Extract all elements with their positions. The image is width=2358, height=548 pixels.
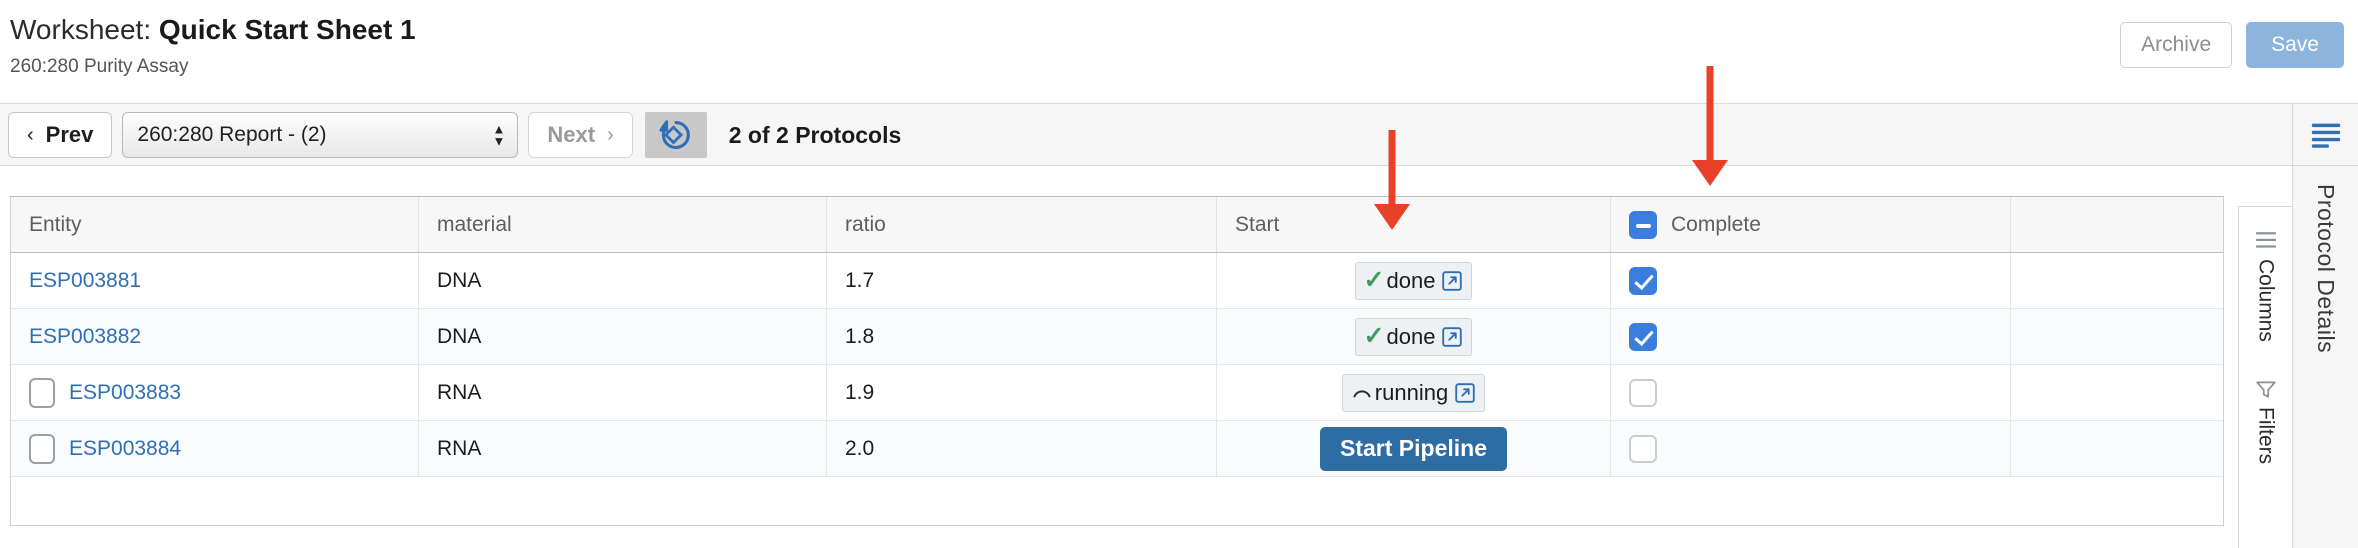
save-button[interactable]: Save <box>2246 22 2344 68</box>
protocol-toolbar: ‹ Prev 260:280 Report - (2) ▲ ▼ Next › 2… <box>0 104 2358 166</box>
prev-button-label: Prev <box>45 122 94 147</box>
column-header-start[interactable]: Start <box>1217 197 1611 252</box>
hamburger-menu-icon <box>2311 123 2340 148</box>
spin-up-icon[interactable]: ▲ <box>493 123 506 136</box>
page-header: Worksheet: Quick Start Sheet 1 260:280 P… <box>0 0 2358 104</box>
cell-start: ✓ done <box>1217 253 1611 308</box>
cell-entity: ESP003883 <box>11 365 419 420</box>
page-subtitle: 260:280 Purity Assay <box>10 56 189 77</box>
column-header-complete-label: Complete <box>1671 212 1761 236</box>
status-label: done <box>1386 267 1436 293</box>
select-all-complete-checkbox[interactable] <box>1629 210 1657 239</box>
cell-start: ✓ done <box>1217 309 1611 364</box>
cell-spacer <box>2011 253 2223 308</box>
protocol-count-label: 2 of 2 Protocols <box>728 121 902 148</box>
protocol-select-value: 260:280 Report - (2) <box>137 123 327 146</box>
stepper-arrows-icon[interactable]: ▲ ▼ <box>493 123 506 148</box>
cell-ratio: 2.0 <box>827 421 1217 476</box>
funnel-icon <box>2255 381 2276 398</box>
cell-ratio: 1.8 <box>827 309 1217 364</box>
entity-link[interactable]: ESP003882 <box>29 325 141 349</box>
entity-link[interactable]: ESP003883 <box>69 381 181 405</box>
header-actions: Archive Save <box>2120 22 2344 68</box>
start-pipeline-button[interactable]: Start Pipeline <box>1320 426 1507 471</box>
status-label: done <box>1386 323 1436 349</box>
cell-entity: ESP003882 <box>11 309 419 364</box>
cell-complete <box>1611 309 2011 364</box>
page-title: Worksheet: Quick Start Sheet 1 <box>10 14 416 46</box>
protocol-details-toggle[interactable] <box>2292 104 2358 166</box>
protocol-details-label: Protocol Details <box>2313 184 2339 354</box>
table-row[interactable]: ESP003881 DNA 1.7 ✓ done <box>11 253 2223 309</box>
spin-down-icon[interactable]: ▼ <box>493 135 506 148</box>
cell-spacer <box>2011 365 2223 420</box>
complete-checkbox[interactable] <box>1629 434 1657 463</box>
complete-checkbox[interactable] <box>1629 378 1657 407</box>
complete-checkbox[interactable] <box>1629 266 1657 295</box>
column-header-spacer <box>2011 197 2223 252</box>
cell-ratio: 1.7 <box>827 253 1217 308</box>
entity-link[interactable]: ESP003881 <box>29 269 141 293</box>
table-row[interactable]: ESP003884 RNA 2.0 Start Pipeline <box>11 421 2223 477</box>
reset-diamond-icon-button[interactable] <box>644 112 707 158</box>
protocol-data-grid: Entity material ratio Start Complete ESP… <box>10 196 2224 526</box>
table-row[interactable]: ESP003882 DNA 1.8 ✓ done <box>11 309 2223 365</box>
prev-protocol-button[interactable]: ‹ Prev <box>8 112 113 158</box>
cell-material: RNA <box>419 421 827 476</box>
status-pill-done[interactable]: ✓ done <box>1354 317 1473 356</box>
cell-entity: ESP003881 <box>11 253 419 308</box>
cell-start: running <box>1217 365 1611 420</box>
grid-header-row: Entity material ratio Start Complete <box>11 197 2223 253</box>
spinner-icon <box>1351 382 1373 404</box>
status-pill-done[interactable]: ✓ done <box>1354 261 1473 300</box>
external-link-icon[interactable] <box>1454 382 1476 404</box>
complete-checkbox[interactable] <box>1629 322 1657 351</box>
table-row[interactable]: ESP003883 RNA 1.9 running <box>11 365 2223 421</box>
cell-complete <box>1611 365 2011 420</box>
page-title-prefix: Worksheet: <box>10 14 152 45</box>
cell-material: DNA <box>419 309 827 364</box>
columns-icon <box>2255 232 2276 248</box>
cell-entity: ESP003884 <box>11 421 419 476</box>
toolbar-controls: ‹ Prev 260:280 Report - (2) ▲ ▼ Next › 2… <box>8 112 901 158</box>
column-header-complete[interactable]: Complete <box>1611 197 2011 252</box>
column-header-entity[interactable]: Entity <box>11 197 419 252</box>
columns-filters-rail: Columns Filters <box>2238 206 2292 548</box>
cell-start: Start Pipeline <box>1217 421 1611 476</box>
status-label: running <box>1374 379 1449 405</box>
chevron-left-icon: ‹ <box>27 123 34 146</box>
next-protocol-button[interactable]: Next › <box>528 112 633 158</box>
column-header-ratio[interactable]: ratio <box>827 197 1217 252</box>
columns-label: Columns <box>2254 259 2278 342</box>
chevron-right-icon: › <box>607 123 614 146</box>
entity-link[interactable]: ESP003884 <box>69 437 181 461</box>
protocol-select[interactable]: 260:280 Report - (2) ▲ ▼ <box>122 112 519 158</box>
page-title-name: Quick Start Sheet 1 <box>158 14 416 45</box>
cell-spacer <box>2011 309 2223 364</box>
cell-ratio: 1.9 <box>827 365 1217 420</box>
filters-label: Filters <box>2254 407 2278 465</box>
worksheet-page: Worksheet: Quick Start Sheet 1 260:280 P… <box>0 0 2358 548</box>
cell-spacer <box>2011 421 2223 476</box>
columns-toggle[interactable]: Columns <box>2254 231 2278 342</box>
filters-toggle[interactable]: Filters <box>2254 379 2278 464</box>
cell-material: RNA <box>419 365 827 420</box>
check-icon: ✓ <box>1363 322 1385 350</box>
cell-complete <box>1611 253 2011 308</box>
row-select-checkbox[interactable] <box>29 377 55 408</box>
column-header-material[interactable]: material <box>419 197 827 252</box>
cell-complete <box>1611 421 2011 476</box>
check-icon: ✓ <box>1363 266 1385 294</box>
row-select-checkbox[interactable] <box>29 433 55 464</box>
external-link-icon[interactable] <box>1441 270 1463 292</box>
archive-button[interactable]: Archive <box>2120 22 2233 68</box>
next-button-label: Next <box>547 122 596 147</box>
status-pill-running[interactable]: running <box>1341 373 1486 412</box>
reset-diamond-icon <box>659 120 690 149</box>
external-link-icon[interactable] <box>1441 326 1463 348</box>
protocol-details-panel-collapsed[interactable]: Protocol Details <box>2292 166 2358 548</box>
cell-material: DNA <box>419 253 827 308</box>
